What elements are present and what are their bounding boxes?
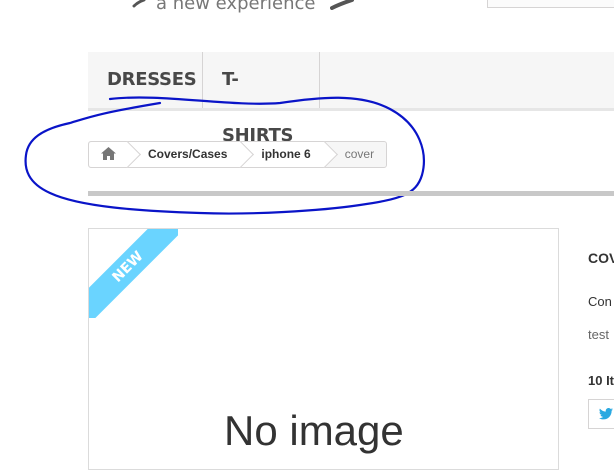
breadcrumb-home[interactable] — [89, 141, 141, 168]
no-image-placeholder: No image — [224, 407, 404, 454]
breadcrumb-current-label: cover — [344, 147, 375, 161]
product-condition: Con — [588, 294, 612, 309]
tweet-button[interactable] — [588, 399, 614, 429]
menu-item-tshirts[interactable]: T-SHIRTS — [203, 52, 320, 146]
twitter-icon — [599, 408, 613, 420]
breadcrumb-label: iphone 6 — [261, 147, 311, 161]
top-menu: DRESSES T-SHIRTS — [88, 52, 614, 146]
breadcrumb: Covers/Cases iphone 6 cover — [88, 141, 388, 168]
new-ribbon: NEW — [89, 229, 178, 318]
logo-stroke-left — [132, 0, 146, 8]
product-title: cov — [588, 250, 614, 266]
home-icon — [101, 147, 116, 160]
content-divider — [88, 191, 614, 196]
product-quantity: 10 It — [588, 373, 614, 388]
product-image[interactable]: NEW No image — [88, 228, 559, 470]
new-badge: NEW — [89, 229, 178, 318]
product-description: test — [588, 327, 609, 342]
site-tagline: a new experience — [156, 0, 316, 14]
search-input[interactable] — [487, 0, 614, 8]
breadcrumb-label: Covers/Cases — [148, 147, 228, 161]
menu-item-dresses[interactable]: DRESSES — [88, 52, 203, 108]
breadcrumb-item-covers-cases[interactable]: Covers/Cases — [128, 141, 255, 168]
logo-stroke-right — [330, 0, 354, 10]
